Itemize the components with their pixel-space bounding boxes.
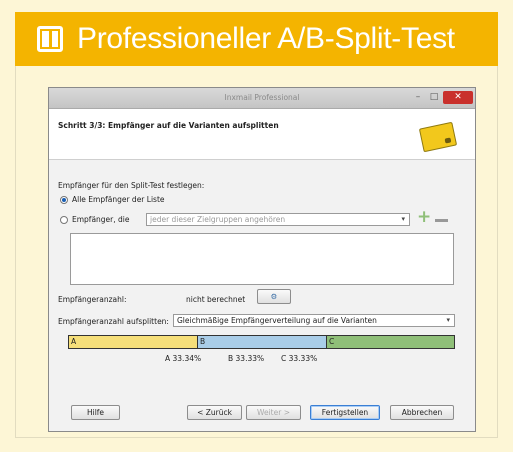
wizard-header: Schritt 3/3: Empfänger auf die Varianten… <box>49 109 475 160</box>
banner-title: Professioneller A/B-Split-Test <box>77 22 455 55</box>
close-button[interactable]: ✕ <box>443 91 473 104</box>
variant-bar-b: B <box>197 335 327 349</box>
target-groups-select[interactable]: jeder dieser Zielgruppen angehören ▾ <box>146 213 410 226</box>
maximize-button[interactable]: □ <box>427 91 441 104</box>
target-groups-placeholder: jeder dieser Zielgruppen angehören <box>150 215 286 224</box>
split-mode-value: Gleichmäßige Empfängerverteilung auf die… <box>177 316 377 325</box>
dropdown-arrow-icon: ▾ <box>401 215 405 223</box>
recipients-label: Empfänger für den Split-Test festlegen: <box>58 181 205 190</box>
radio-target-row[interactable]: Empfänger, die <box>60 215 129 224</box>
radio-all-label: Alle Empfänger der Liste <box>72 195 165 204</box>
count-value: nicht berechnet <box>186 295 246 304</box>
dropdown-arrow-icon: ▾ <box>446 316 450 324</box>
help-button[interactable]: Hilfe <box>71 405 120 420</box>
dialog-window: Inxmail Professional – □ ✕ Schritt 3/3: … <box>48 87 476 432</box>
variant-percent-c: C 33.33% <box>281 354 318 363</box>
radio-target[interactable] <box>60 215 68 224</box>
card-icon <box>418 121 458 153</box>
count-label: Empfängeranzahl: <box>58 295 127 304</box>
split-label: Empfängeranzahl aufsplitten: <box>58 317 169 326</box>
next-button[interactable]: Weiter > <box>246 405 301 420</box>
plus-icon[interactable]: + <box>417 209 431 226</box>
variant-percent-a: A 33.34% <box>165 354 202 363</box>
step-title: Schritt 3/3: Empfänger auf die Varianten… <box>58 121 279 130</box>
banner: Professioneller A/B-Split-Test <box>15 12 498 66</box>
minimize-button[interactable]: – <box>411 91 425 104</box>
back-button[interactable]: < Zurück <box>187 405 242 420</box>
minus-icon[interactable] <box>435 219 448 222</box>
target-groups-list[interactable] <box>70 233 454 285</box>
split-mode-select[interactable]: Gleichmäßige Empfängerverteilung auf die… <box>173 314 455 327</box>
variant-bar-a: A <box>68 335 198 349</box>
calculate-button[interactable]: ⚙ <box>257 289 291 304</box>
cancel-button[interactable]: Abbrechen <box>390 405 454 420</box>
split-layout-icon <box>37 26 63 52</box>
calculate-icon: ⚙ <box>270 292 278 301</box>
title-bar: Inxmail Professional – □ ✕ <box>49 88 475 109</box>
variant-percent-b: B 33.33% <box>228 354 265 363</box>
radio-target-label: Empfänger, die <box>72 215 130 224</box>
radio-all[interactable] <box>60 195 68 204</box>
variant-bar-c: C <box>326 335 455 349</box>
radio-all-row[interactable]: Alle Empfänger der Liste <box>60 195 165 204</box>
finish-button[interactable]: Fertigstellen <box>310 405 380 420</box>
